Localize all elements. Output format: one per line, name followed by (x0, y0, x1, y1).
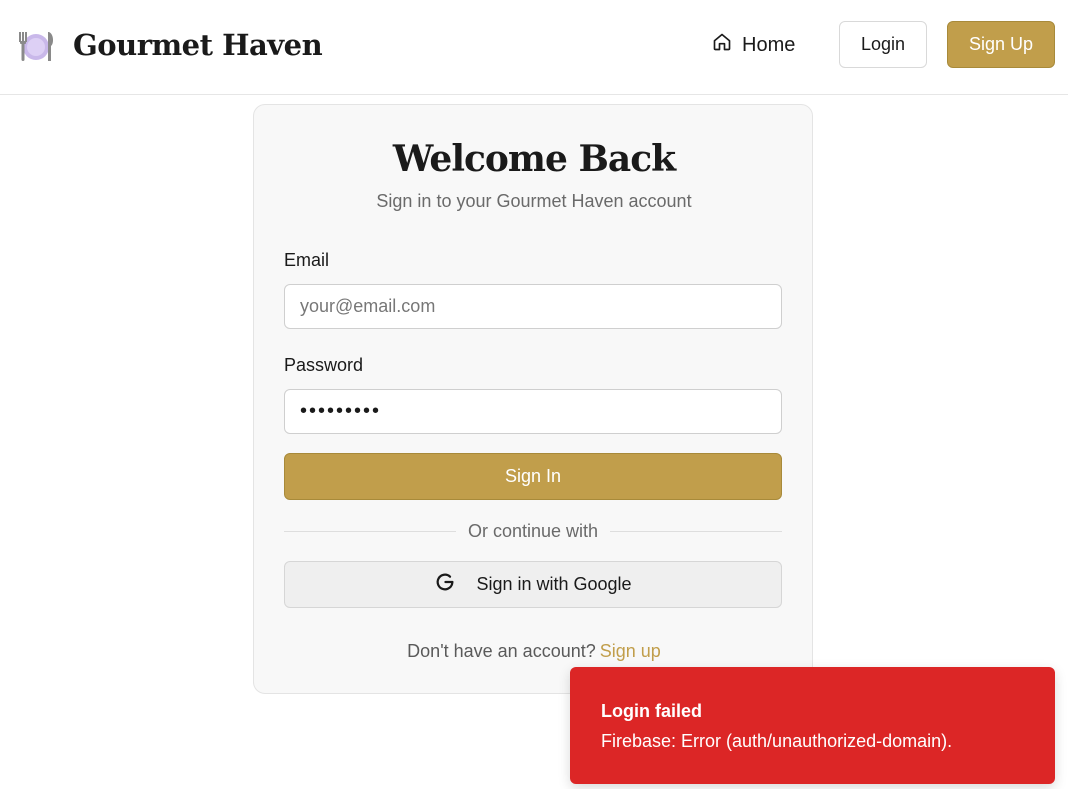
sign-up-link[interactable]: Sign up (600, 641, 661, 661)
or-divider: Or continue with (284, 519, 782, 543)
nav-home-link[interactable]: Home (712, 28, 795, 62)
toast-message: Firebase: Error (auth/unauthorized-domai… (601, 731, 953, 751)
login-button[interactable]: Login (839, 21, 927, 68)
signup-button[interactable]: Sign Up (947, 21, 1055, 68)
plate-cutlery-icon (16, 26, 56, 66)
error-toast[interactable]: Login failed Firebase: Error (auth/unaut… (570, 667, 1055, 784)
no-account-prompt: Don't have an account? Sign up (254, 639, 814, 663)
login-card: Welcome Back Sign in to your Gourmet Hav… (253, 104, 813, 694)
page-subtitle: Sign in to your Gourmet Haven account (376, 191, 692, 211)
toast-title: Login failed (601, 701, 702, 721)
password-field[interactable] (284, 389, 782, 434)
password-label: Password (284, 355, 364, 375)
home-icon (712, 32, 732, 58)
google-sign-in-label: Sign in with Google (476, 574, 632, 594)
sign-in-button[interactable]: Sign In (284, 453, 782, 500)
divider-line-left (284, 530, 456, 532)
google-sign-in-button[interactable]: Sign in with Google (284, 561, 782, 608)
nav-home-label: Home (742, 33, 796, 56)
divider-line-right (610, 530, 782, 532)
divider-text: Or continue with (467, 520, 599, 541)
email-label: Email (284, 250, 330, 270)
page-title: Welcome Back (392, 138, 676, 180)
top-navigation-bar: Gourmet Haven Home Login Sign Up (0, 0, 1068, 95)
email-field[interactable] (284, 284, 782, 329)
no-account-text: Don't have an account? (407, 641, 596, 661)
brand-name[interactable]: Gourmet Haven (73, 25, 323, 65)
google-g-icon (434, 571, 456, 598)
